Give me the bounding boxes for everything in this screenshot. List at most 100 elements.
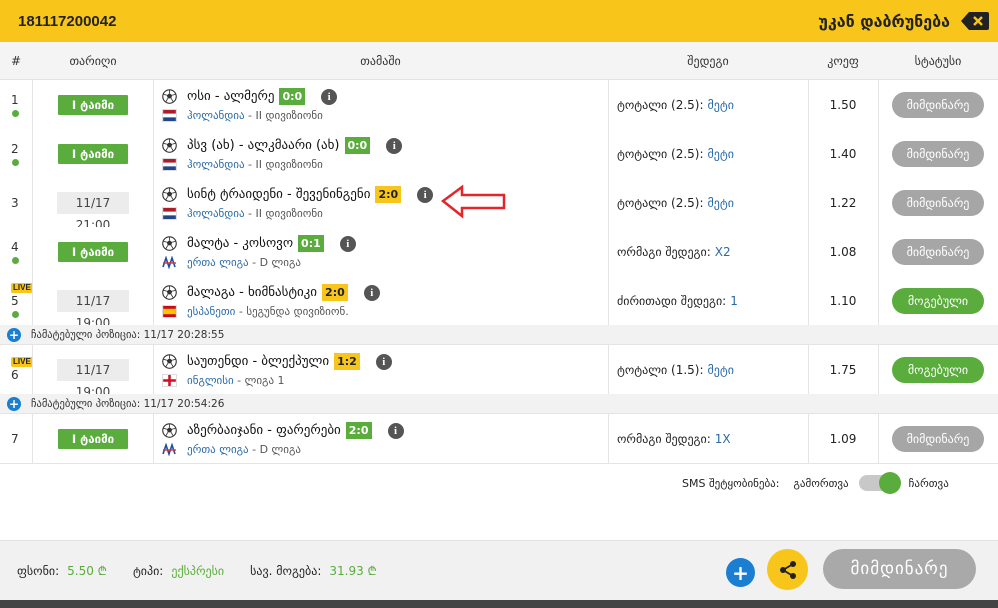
league-info: ინგლისი - ლიგა 1 [187, 374, 285, 387]
col-result: შედეგი [687, 54, 729, 68]
match-teams[interactable]: აზერბაიჯანი - ფარერები [187, 423, 341, 438]
status-badge[interactable]: მიმდინარე [892, 91, 984, 118]
row-number: 6 [11, 368, 19, 382]
col-game: თამაში [360, 54, 401, 68]
league-info: ერთა ლიგა - D ლიგა [187, 256, 301, 269]
league-name: II დივიზიონი [255, 109, 323, 122]
back-button[interactable]: უკან დაბრუნება [818, 10, 990, 32]
football-icon [162, 285, 177, 300]
status-badge[interactable]: მიმდინარე [892, 425, 984, 452]
country-link[interactable]: ერთა ლიგა [187, 256, 249, 269]
match-teams[interactable]: პსვ (ახ) - ალკმაარი (ახ) [187, 138, 340, 153]
live-status-dot [12, 158, 19, 166]
country-link[interactable]: ჰოლანდია [187, 207, 245, 220]
row-number-cell: 2 [0, 129, 32, 178]
column-divider [878, 80, 879, 325]
match-time: I ტაიმი 45` [58, 428, 128, 466]
status-cell: მიმდინარე [878, 414, 998, 463]
info-icon[interactable]: i [339, 235, 356, 252]
result-cell: ტოტალი (1.5): მეტი [608, 345, 808, 394]
country-link[interactable]: ესპანეთი [187, 305, 235, 318]
match-teams[interactable]: ოსი - ალმერე [187, 89, 274, 104]
country-link[interactable]: ჰოლანდია [187, 109, 245, 122]
row-number: 5 [11, 294, 19, 308]
nations-league-icon [162, 256, 176, 269]
status-badge[interactable]: მიმდინარე [892, 189, 984, 216]
date-cell: I ტაიმი 15` [33, 129, 153, 181]
game-cell: ოსი - ალმერე 0:0 i ჰოლანდია - II დივიზიონი [153, 80, 608, 129]
match-score: 2:0 [322, 284, 348, 301]
country-link[interactable]: ერთა ლიგა [187, 443, 249, 456]
status-badge[interactable]: მოგებული [892, 356, 984, 383]
ticket-status-button[interactable]: მიმდინარე [823, 549, 976, 589]
row-number: 1 [11, 92, 19, 107]
match-teams[interactable]: სინტ ტრაიდენი - შევენინგენი [187, 187, 370, 202]
info-icon[interactable]: i [321, 88, 338, 105]
result-value: მეტი [707, 195, 734, 210]
spain-flag-icon [162, 305, 177, 318]
info-icon[interactable]: i [375, 353, 392, 370]
result-cell: ორმაგი შედეგი: 1X [608, 414, 808, 463]
status-cell: მიმდინარე [878, 178, 998, 227]
row-number-cell: 4 [0, 227, 32, 276]
column-divider [808, 345, 809, 394]
country-link[interactable]: ჰოლანდია [187, 158, 245, 171]
info-icon[interactable]: i [417, 186, 434, 203]
status-badge[interactable]: მოგებული [892, 287, 984, 314]
live-badge: LIVE [11, 283, 33, 293]
sms-settings: SMS შეტყობინება: გამორთვა ჩართვა [670, 472, 990, 494]
league-info: ერთა ლიგა - D ლიგა [187, 443, 301, 456]
status-badge[interactable]: მიმდინარე [892, 140, 984, 167]
date-cell: I ტაიმი 15` [33, 80, 153, 132]
status-badge[interactable]: მიმდინარე [892, 238, 984, 265]
country-link[interactable]: ინგლისი [187, 374, 234, 387]
result-value: 1X [714, 431, 731, 446]
result-label: ძირითადი შედეგი: [617, 293, 727, 308]
game-cell: პსვ (ახ) - ალკმაარი (ახ) 0:0 i ჰოლანდია - … [153, 129, 608, 178]
plus-icon[interactable]: + [7, 327, 21, 342]
column-divider [153, 345, 154, 394]
col-num: # [10, 54, 22, 68]
match-teams[interactable]: მალტა - კოსოვო [187, 236, 293, 251]
result-cell: ორმაგი შედეგი: X2 [608, 227, 808, 276]
result-value: მეტი [707, 362, 734, 377]
league-name: II დივიზიონი [255, 207, 323, 220]
football-icon [162, 89, 177, 104]
status-cell: მიმდინარე [878, 227, 998, 276]
info-icon[interactable]: i [387, 422, 404, 439]
koef-cell: 1.09 [829, 431, 857, 446]
add-button[interactable]: + [726, 558, 755, 587]
koef-cell: 1.75 [829, 362, 857, 377]
share-button[interactable] [767, 549, 808, 590]
plus-icon[interactable]: + [7, 396, 21, 411]
date-cell: I ტაიმი 44` [33, 227, 153, 279]
live-status-dot [12, 256, 19, 264]
result-cell: ტოტალი (2.5): მეტი [608, 129, 808, 178]
info-icon[interactable]: i [363, 284, 380, 301]
match-score: 1:2 [334, 353, 360, 370]
league-info: ჰოლანდია - II დივიზიონი [187, 158, 323, 171]
row-number: 3 [11, 195, 19, 210]
result-label: ორმაგი შედეგი: [617, 431, 711, 446]
date-cell: 11/17 19:00 [33, 276, 153, 330]
column-divider [32, 80, 33, 325]
column-divider [808, 414, 809, 463]
match-time: 11/17 19:00 [57, 358, 129, 399]
column-divider [153, 80, 154, 325]
info-icon[interactable]: i [386, 137, 403, 154]
table-row: 4 I ტაიმი 44` მალტა - კოსოვო 0:1 i ერთა ლი… [0, 227, 998, 279]
football-icon [162, 423, 177, 438]
col-date: თარიღი [69, 54, 117, 68]
football-icon [162, 236, 177, 251]
added-position-text: ჩამატებული პოზიცია: 11/17 20:54:26 [31, 397, 225, 410]
match-score: 0:0 [279, 88, 306, 105]
match-teams[interactable]: მალაგა - ხიმნასტიკი [187, 285, 317, 300]
live-status-dot [12, 109, 19, 117]
sms-toggle[interactable] [858, 472, 901, 494]
column-divider [808, 80, 809, 325]
match-teams[interactable]: საუთენდი - ბლექპული [187, 354, 329, 369]
result-value: 1 [730, 293, 738, 308]
league-name: D ლიგა [259, 256, 301, 269]
game-cell: მალაგა - ხიმნასტიკი 2:0 i ესპანეთი - სეგუნ… [153, 276, 608, 325]
result-label: ტოტალი (1.5): [617, 362, 704, 377]
